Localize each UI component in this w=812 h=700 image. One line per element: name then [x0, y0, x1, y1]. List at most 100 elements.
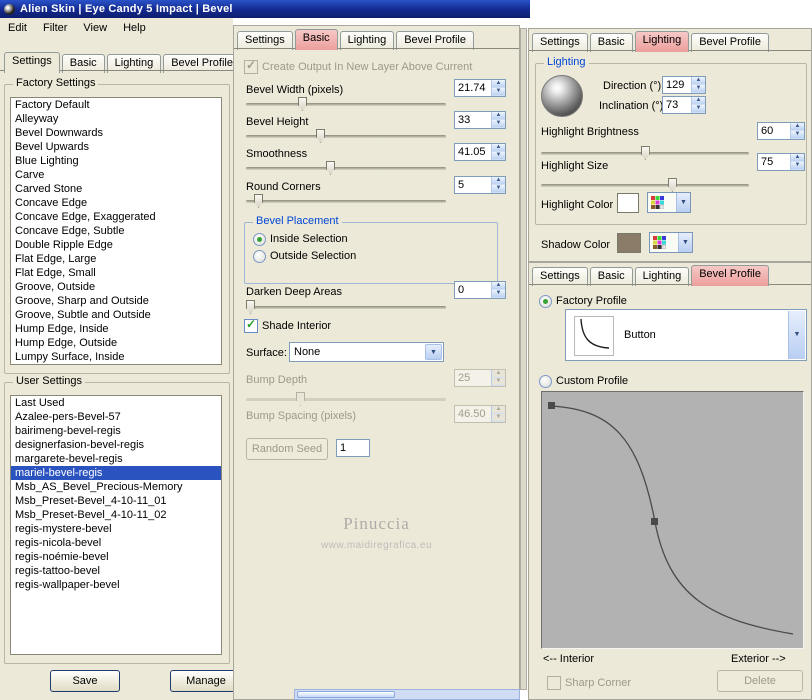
spin-up-icon[interactable]: ▲	[492, 112, 505, 120]
profile-curve[interactable]	[542, 392, 803, 648]
factory-preset-item[interactable]: Groove, Subtle and Outside	[11, 308, 221, 322]
spin-up-icon[interactable]: ▲	[692, 97, 705, 105]
smoothness-value[interactable]: 41.05 ▲ ▼	[454, 143, 506, 161]
spin-down-icon[interactable]: ▼	[492, 120, 505, 128]
user-settings-list[interactable]: Last Used Azalee-pers-Bevel-57 bairimeng-b…	[10, 395, 222, 655]
inclination-value-text[interactable]: 73	[663, 97, 691, 113]
factory-settings-list[interactable]: Factory Default Alleyway Bevel Downwards Be…	[10, 97, 222, 365]
spin-up-icon[interactable]: ▲	[492, 144, 505, 152]
spin-down-icon[interactable]: ▼	[492, 88, 505, 96]
direction-value[interactable]: 129 ▲ ▼	[662, 76, 706, 94]
factory-preset-item[interactable]: Hump Edge, Inside	[11, 322, 221, 336]
bevel-width-spinner[interactable]: ▲ ▼	[491, 80, 505, 96]
bevel-width-value[interactable]: 21.74 ▲ ▼	[454, 79, 506, 97]
user-preset-item[interactable]: regis-noémie-bevel	[11, 550, 221, 564]
slider-thumb[interactable]	[254, 194, 263, 208]
chevron-down-icon[interactable]: ▼	[676, 193, 690, 212]
profile-panel-tab-bevel-profile[interactable]: Bevel Profile	[691, 265, 769, 286]
factory-preset-item[interactable]: Alleyway	[11, 112, 221, 126]
slider-thumb[interactable]	[667, 178, 677, 192]
factory-profile-dropdown[interactable]: Button ▼	[565, 309, 807, 361]
user-preset-item[interactable]: Last Used	[11, 396, 221, 410]
spin-up-icon[interactable]: ▲	[492, 282, 505, 290]
user-preset-item[interactable]: regis-nicola-bevel	[11, 536, 221, 550]
factory-preset-item[interactable]: Flat Edge, Small	[11, 266, 221, 280]
spin-up-icon[interactable]: ▲	[791, 123, 804, 131]
spin-down-icon[interactable]: ▼	[791, 131, 804, 139]
highlight-color-picker-button[interactable]: ▼	[647, 192, 691, 213]
bevel-height-value[interactable]: 33 ▲ ▼	[454, 111, 506, 129]
curve-handle[interactable]	[651, 518, 658, 525]
bevel-height-value-text[interactable]: 33	[455, 112, 491, 128]
light-direction-ball[interactable]	[541, 75, 583, 117]
highlight-size-value-text[interactable]: 75	[758, 154, 790, 170]
slider-thumb[interactable]	[298, 97, 307, 111]
chevron-down-icon[interactable]: ▼	[425, 344, 442, 360]
user-preset-item[interactable]: bairimeng-bevel-regis	[11, 424, 221, 438]
chevron-down-icon[interactable]: ▼	[678, 233, 692, 252]
factory-preset-item[interactable]: Bevel Upwards	[11, 140, 221, 154]
darken-deep-areas-value[interactable]: 0 ▲ ▼	[454, 281, 506, 299]
spin-down-icon[interactable]: ▼	[492, 152, 505, 160]
spin-down-icon[interactable]: ▼	[492, 185, 505, 193]
highlight-color-swatch[interactable]	[617, 193, 639, 213]
spin-up-icon[interactable]: ▲	[791, 154, 804, 162]
highlight-brightness-value[interactable]: 60 ▲ ▼	[757, 122, 805, 140]
inside-selection-radio[interactable]	[253, 233, 266, 246]
chevron-down-icon[interactable]: ▼	[788, 311, 805, 359]
user-preset-item[interactable]: Msb_Preset-Bevel_4-10-11_02	[11, 508, 221, 522]
slider-thumb[interactable]	[326, 161, 335, 175]
highlight-brightness-slider[interactable]	[541, 146, 749, 160]
spin-up-icon[interactable]: ▲	[492, 80, 505, 88]
menu-filter[interactable]: Filter	[35, 20, 75, 36]
highlight-brightness-value-text[interactable]: 60	[758, 123, 790, 139]
slider-track[interactable]	[246, 306, 446, 309]
factory-preset-item[interactable]: Factory Default	[11, 98, 221, 112]
darken-spinner[interactable]: ▲ ▼	[491, 282, 505, 298]
user-preset-item[interactable]: regis-wallpaper-bevel	[11, 578, 221, 592]
slider-track[interactable]	[246, 167, 446, 170]
slider-thumb[interactable]	[640, 146, 650, 160]
menu-view[interactable]: View	[75, 20, 115, 36]
outside-selection-radio[interactable]	[253, 250, 266, 263]
round-corners-value[interactable]: 5 ▲ ▼	[454, 176, 506, 194]
slider-track[interactable]	[246, 135, 446, 138]
bevel-width-value-text[interactable]: 21.74	[455, 80, 491, 96]
inclination-spinner[interactable]: ▲ ▼	[691, 97, 705, 113]
factory-preset-item[interactable]: Concave Edge	[11, 196, 221, 210]
shadow-color-picker-button[interactable]: ▼	[649, 232, 693, 253]
vertical-scrollbar[interactable]	[520, 28, 527, 690]
horizontal-scrollbar[interactable]	[294, 689, 520, 700]
direction-value-text[interactable]: 129	[663, 77, 691, 93]
user-preset-item[interactable]: regis-mystere-bevel	[11, 522, 221, 536]
basic-panel-tab-basic[interactable]: Basic	[294, 29, 338, 50]
highlight-size-slider[interactable]	[541, 178, 749, 192]
factory-preset-item[interactable]: Groove, Outside	[11, 280, 221, 294]
spin-down-icon[interactable]: ▼	[791, 162, 804, 170]
random-seed-value[interactable]: 1	[336, 439, 370, 457]
spin-down-icon[interactable]: ▼	[692, 105, 705, 113]
user-preset-item[interactable]: designerfasion-bevel-regis	[11, 438, 221, 452]
highlight-brightness-spinner[interactable]: ▲ ▼	[790, 123, 804, 139]
spin-down-icon[interactable]: ▼	[692, 85, 705, 93]
direction-spinner[interactable]: ▲ ▼	[691, 77, 705, 93]
round-corners-slider[interactable]	[246, 194, 446, 208]
curve-handle[interactable]	[548, 402, 555, 409]
factory-preset-item[interactable]: Carve	[11, 168, 221, 182]
user-preset-item[interactable]: regis-tattoo-bevel	[11, 564, 221, 578]
factory-preset-item[interactable]: Lumpy Surface, Inside	[11, 350, 221, 364]
factory-profile-radio[interactable]	[539, 295, 552, 308]
title-bar[interactable]: Alien Skin | Eye Candy 5 Impact | Bevel	[0, 0, 530, 18]
user-preset-item[interactable]: margarete-bevel-regis	[11, 452, 221, 466]
factory-preset-item[interactable]: Blue Lighting	[11, 154, 221, 168]
spin-up-icon[interactable]: ▲	[492, 177, 505, 185]
smoothness-spinner[interactable]: ▲ ▼	[491, 144, 505, 160]
round-corners-value-text[interactable]: 5	[455, 177, 491, 193]
surface-dropdown[interactable]: None ▼	[289, 342, 444, 362]
custom-profile-radio[interactable]	[539, 375, 552, 388]
darken-value-text[interactable]: 0	[455, 282, 491, 298]
factory-preset-item[interactable]: Hump Edge, Outside	[11, 336, 221, 350]
factory-preset-item[interactable]: Flat Edge, Large	[11, 252, 221, 266]
spin-up-icon[interactable]: ▲	[692, 77, 705, 85]
menu-edit[interactable]: Edit	[0, 20, 35, 36]
